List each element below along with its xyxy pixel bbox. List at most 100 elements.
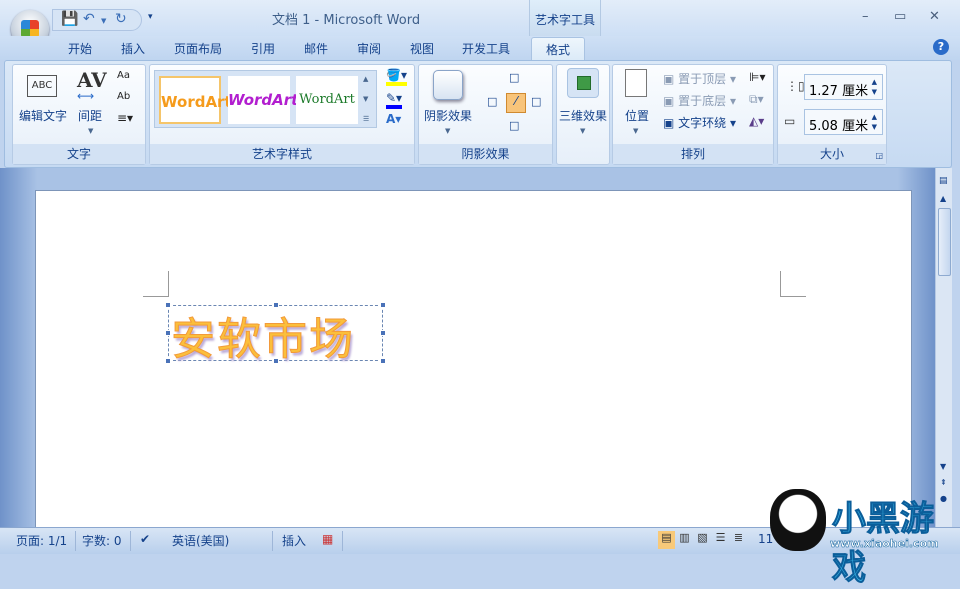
- full-screen-reading-icon[interactable]: ▥: [676, 531, 693, 549]
- macro-icon[interactable]: ▦: [322, 532, 333, 546]
- vertical-scrollbar[interactable]: ▤ ▲ ▼ ⇞ ●: [935, 168, 952, 527]
- tab-review[interactable]: 审阅: [357, 40, 381, 57]
- fill-color-icon[interactable]: 🪣▾: [386, 68, 407, 86]
- ruler-toggle-icon[interactable]: ▤: [939, 176, 948, 186]
- bring-to-front-button[interactable]: ▣ 置于顶层 ▾: [663, 70, 736, 87]
- minimize-button[interactable]: –: [862, 9, 869, 24]
- nudge-down-icon[interactable]: □: [509, 119, 519, 132]
- wordart-style-1[interactable]: WordArt: [159, 76, 232, 124]
- group-label: 文字: [13, 144, 145, 164]
- nudge-right-icon[interactable]: □: [531, 95, 541, 108]
- text-wrap-button[interactable]: ▣ 文字环绕 ▾: [663, 114, 736, 131]
- outline-icon[interactable]: ☰: [712, 531, 729, 549]
- line-color-icon[interactable]: ✎▾: [386, 91, 403, 109]
- undo-icon[interactable]: ↶: [83, 11, 95, 27]
- web-layout-icon[interactable]: ▧: [694, 531, 711, 549]
- height-value: 1.27 厘米: [809, 84, 869, 99]
- undo-dropdown-icon[interactable]: ▼: [101, 17, 106, 25]
- watermark-url: www.xiaohei.com: [830, 537, 939, 551]
- scroll-thumb[interactable]: [938, 208, 951, 276]
- word-count[interactable]: 字数: 0: [82, 532, 122, 549]
- gallery-up-icon[interactable]: ▲: [363, 75, 368, 83]
- resize-handle[interactable]: [380, 330, 386, 336]
- height-spinner-icon[interactable]: ▲ ▼: [872, 77, 877, 97]
- rotate-icon[interactable]: ◭▾: [749, 114, 764, 128]
- change-shape-icon[interactable]: A▾: [386, 112, 401, 126]
- proofing-icon[interactable]: ✔: [140, 532, 150, 546]
- margin-mark: [143, 271, 169, 297]
- text-wrap-label: 文字环绕: [678, 116, 727, 130]
- separator: [272, 531, 273, 551]
- draft-icon[interactable]: ≣: [730, 531, 747, 549]
- page-count[interactable]: 页面: 1/1: [16, 532, 67, 549]
- shadow-toggle-icon[interactable]: ⁄: [506, 93, 526, 113]
- ribbon: ABC 编辑文字 AV ⟷ 间距 ▼ Aa Ab ≡▾ 文字 WordArt W…: [4, 60, 952, 168]
- resize-handle[interactable]: [273, 302, 279, 308]
- gallery-down-icon[interactable]: ▼: [363, 95, 368, 103]
- wordart-style-3[interactable]: WordArt: [296, 76, 358, 124]
- maximize-button[interactable]: ▭: [894, 9, 906, 24]
- print-layout-icon[interactable]: ▤: [658, 531, 675, 549]
- spacing-arrow-icon: ⟷: [77, 89, 95, 103]
- group-arrange: 位置 ▼ ▣ 置于顶层 ▾ ▣ 置于底层 ▾ ▣ 文字环绕 ▾ ⊫▾ ⧉▾ ◭▾…: [612, 64, 774, 165]
- wordart-style-2[interactable]: WordArt: [228, 76, 298, 124]
- send-to-back-label: 置于底层: [678, 94, 727, 108]
- align-objects-icon[interactable]: ⊫▾: [749, 70, 765, 84]
- tab-developer[interactable]: 开发工具: [462, 40, 510, 57]
- tab-references[interactable]: 引用: [251, 40, 275, 57]
- previous-page-icon[interactable]: ⇞: [940, 478, 947, 487]
- resize-handle[interactable]: [165, 330, 171, 336]
- align-icon[interactable]: ≡▾: [117, 111, 133, 125]
- position-dropdown-icon[interactable]: ▼: [633, 127, 638, 135]
- quick-access-toolbar: 💾 ↶ ▼ ↻: [52, 9, 142, 31]
- save-icon[interactable]: 💾: [61, 11, 78, 27]
- customize-qat-icon[interactable]: ▾: [148, 12, 153, 22]
- shadow-dropdown-icon[interactable]: ▼: [445, 127, 450, 135]
- resize-handle[interactable]: [380, 302, 386, 308]
- scroll-up-icon[interactable]: ▲: [940, 194, 946, 203]
- vertical-text-icon[interactable]: Ab: [117, 91, 130, 102]
- group-objects-icon[interactable]: ⧉▾: [749, 92, 764, 107]
- close-button[interactable]: ✕: [929, 9, 940, 24]
- even-height-icon[interactable]: Aa: [117, 70, 130, 81]
- position-button[interactable]: 位置: [625, 107, 649, 124]
- help-icon[interactable]: ?: [933, 39, 949, 55]
- wordart-object[interactable]: 安软市场: [165, 302, 386, 366]
- language[interactable]: 英语(美国): [172, 532, 229, 549]
- spacing-dropdown-icon[interactable]: ▼: [88, 127, 93, 135]
- edit-text-button[interactable]: 编辑文字: [19, 107, 67, 124]
- tab-view[interactable]: 视图: [410, 40, 434, 57]
- redo-icon[interactable]: ↻: [115, 11, 127, 27]
- width-input[interactable]: 5.08 厘米 ▲ ▼: [804, 109, 883, 135]
- group-text: ABC 编辑文字 AV ⟷ 间距 ▼ Aa Ab ≡▾ 文字: [12, 64, 146, 165]
- 3d-frame: [567, 68, 599, 98]
- 3d-cube-icon: [577, 76, 591, 90]
- 3d-effects-button[interactable]: 三维效果: [559, 107, 607, 124]
- nudge-up-icon[interactable]: □: [509, 71, 519, 84]
- spacing-button[interactable]: 间距: [78, 107, 102, 124]
- tab-page-layout[interactable]: 页面布局: [174, 40, 222, 57]
- resize-handle[interactable]: [380, 358, 386, 364]
- nudge-left-icon[interactable]: □: [487, 95, 497, 108]
- height-input[interactable]: 1.27 厘米 ▲ ▼: [804, 74, 883, 100]
- group-wordart-styles: WordArt WordArt WordArt ▲ ▼ ☰ 🪣▾ ✎▾ A▾ 艺…: [149, 64, 415, 165]
- shadow-effects-icon: [433, 70, 463, 100]
- insert-mode[interactable]: 插入: [282, 532, 306, 549]
- size-dialog-launcher-icon[interactable]: ◲: [875, 151, 883, 160]
- group-label: 排列: [613, 144, 773, 164]
- tab-format[interactable]: 格式: [531, 37, 586, 61]
- resize-handle[interactable]: [165, 358, 171, 364]
- tab-insert[interactable]: 插入: [121, 40, 145, 57]
- tab-home[interactable]: 开始: [68, 40, 92, 57]
- scroll-down-icon[interactable]: ▼: [940, 462, 946, 471]
- ribbon-tabs: 开始 插入 页面布局 引用 邮件 审阅 视图 开发工具 格式: [0, 36, 960, 61]
- shadow-effects-button[interactable]: 阴影效果: [424, 107, 472, 124]
- group-size: ⋮▯ 1.27 厘米 ▲ ▼ ▭ 5.08 厘米 ▲ ▼ 大小 ◲: [777, 64, 887, 165]
- 3d-dropdown-icon[interactable]: ▼: [580, 127, 585, 135]
- resize-handle[interactable]: [165, 302, 171, 308]
- tab-mailings[interactable]: 邮件: [304, 40, 328, 57]
- send-to-back-button[interactable]: ▣ 置于底层 ▾: [663, 92, 736, 109]
- resize-handle[interactable]: [273, 358, 279, 364]
- width-spinner-icon[interactable]: ▲ ▼: [872, 112, 877, 132]
- gallery-more-icon[interactable]: ☰: [363, 115, 369, 123]
